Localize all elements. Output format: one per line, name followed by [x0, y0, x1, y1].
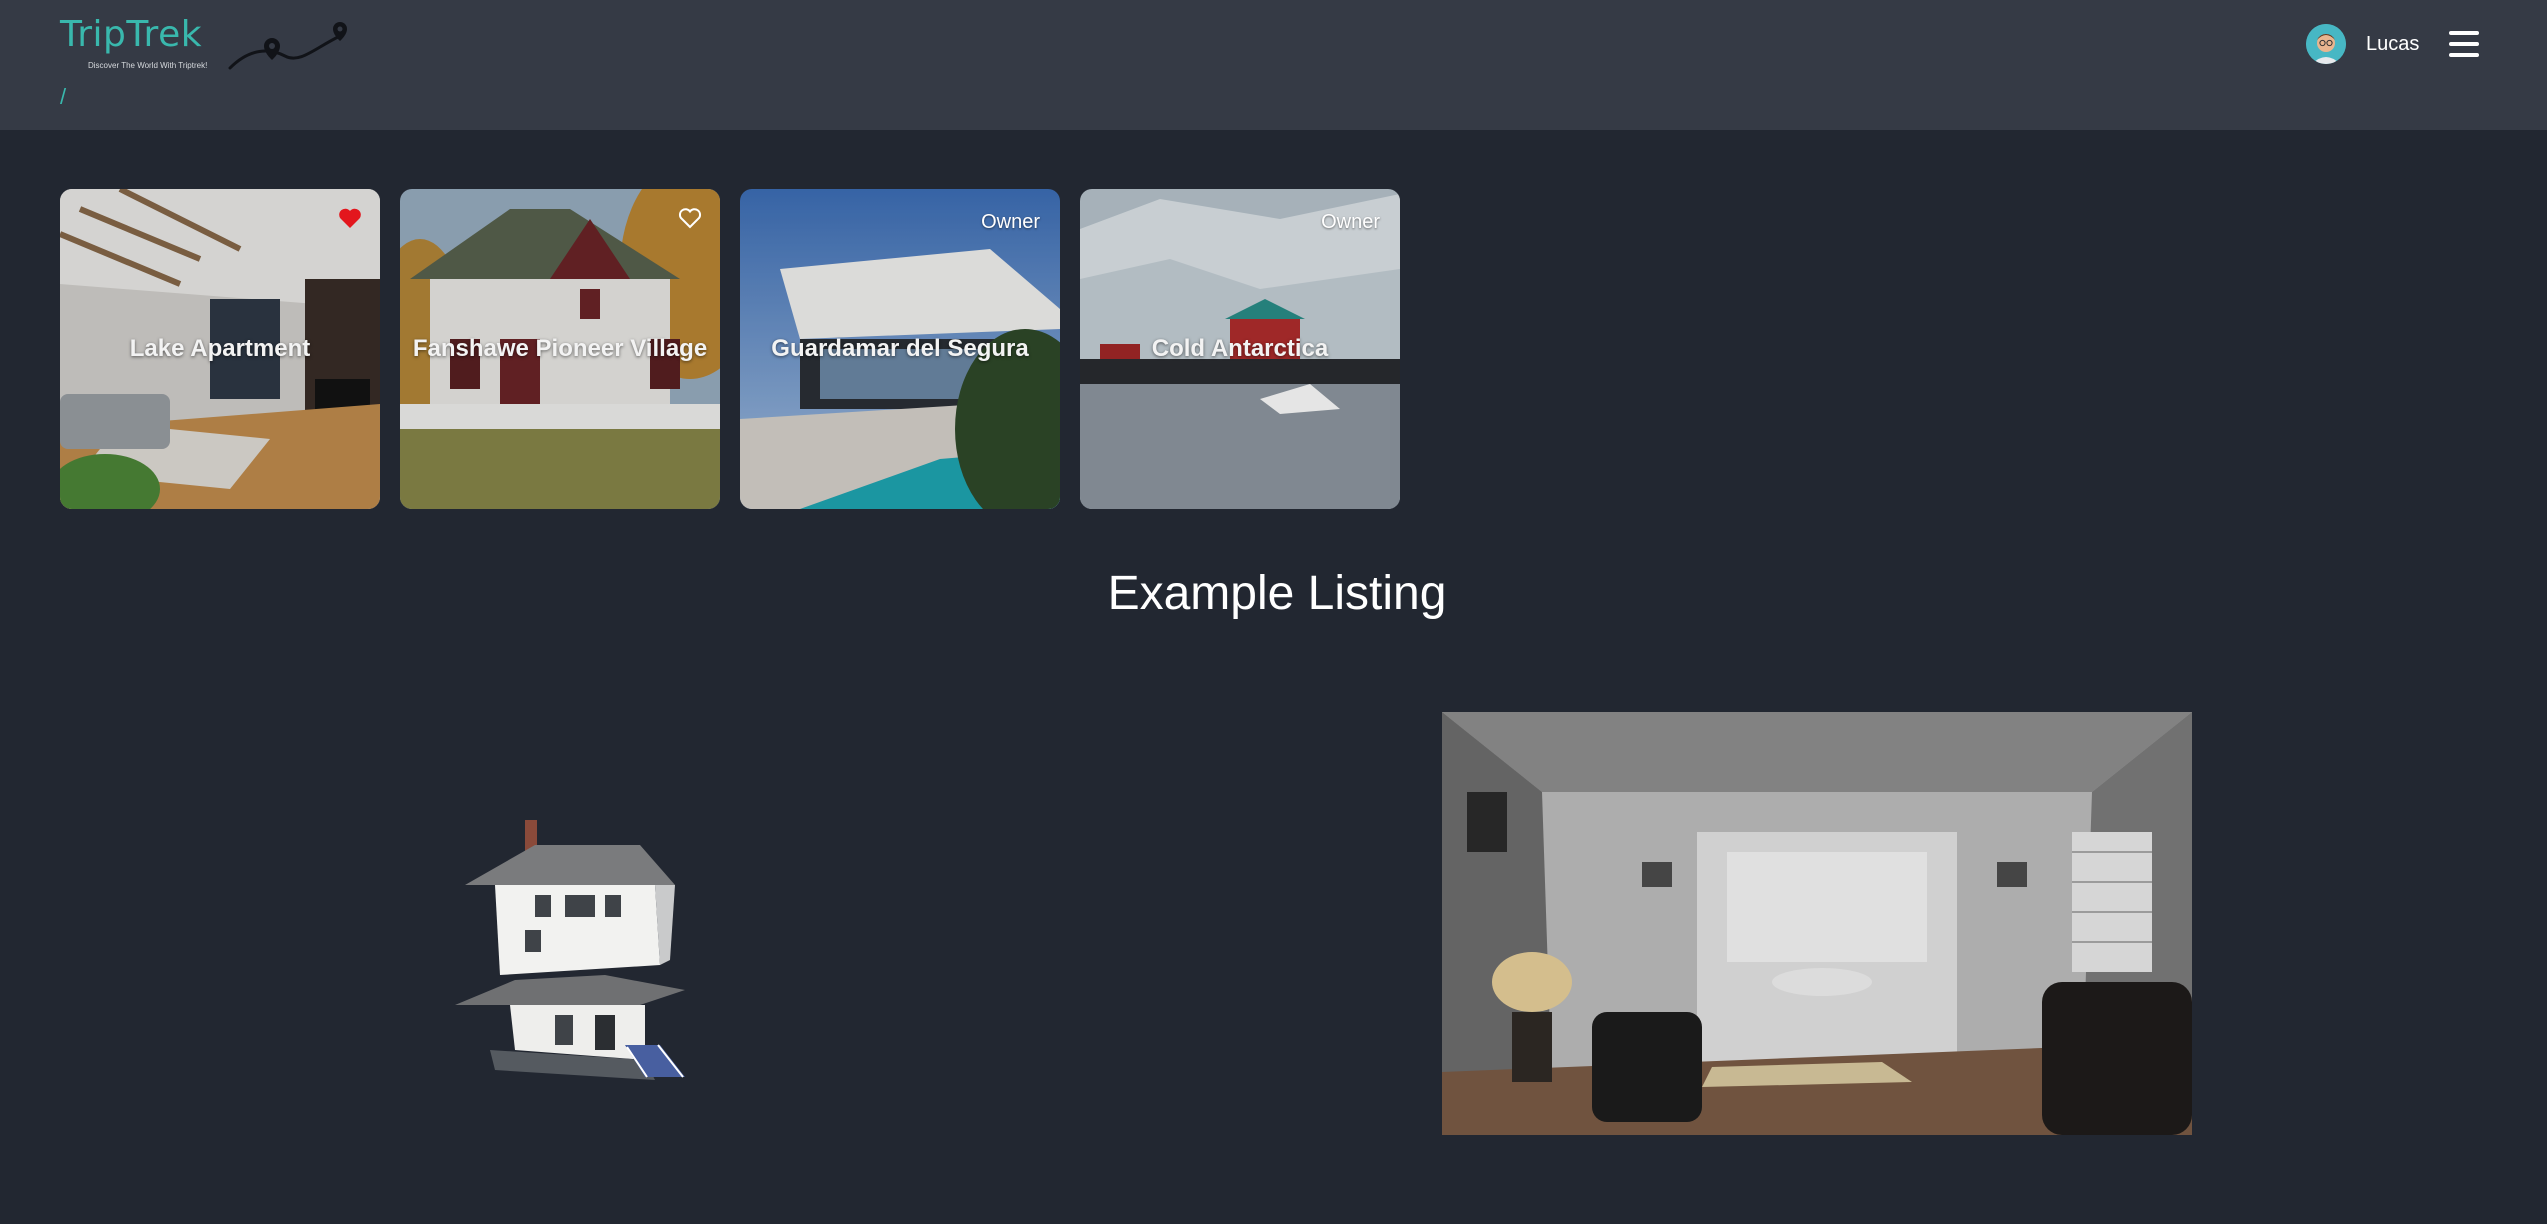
heart-outline-icon[interactable] [678, 207, 702, 229]
listing-card[interactable]: Fanshawe Pioneer Village [400, 189, 720, 509]
map-pin-route-icon [228, 22, 347, 70]
listing-card[interactable]: Cold Antarctica Owner [1080, 189, 1400, 509]
listing-title: Cold Antarctica [1151, 335, 1329, 362]
listing-photo [1442, 712, 2192, 1135]
top-navbar: TripTrek Discover The World With Triptre… [0, 0, 2547, 130]
hamburger-menu-icon[interactable] [2449, 31, 2479, 57]
listing-title: Fanshawe Pioneer Village [412, 335, 708, 362]
owner-badge: Owner [981, 211, 1040, 233]
heart-filled-icon[interactable] [338, 207, 362, 229]
logo[interactable]: TripTrek Discover The World With Triptre… [60, 14, 347, 74]
logo-title: TripTrek [60, 14, 203, 55]
avatar[interactable] [2306, 24, 2346, 64]
house-3d-model[interactable] [455, 815, 715, 1080]
breadcrumb[interactable]: / [60, 84, 66, 110]
user-name: Lucas [2366, 32, 2420, 55]
avatar-icon [2306, 24, 2346, 64]
owner-badge: Owner [1321, 211, 1380, 233]
listing-title: Lake Apartment [129, 335, 311, 362]
section-title: Example Listing [1107, 567, 1447, 620]
listing-card[interactable]: Lake Apartment [60, 189, 380, 509]
listing-card[interactable]: Guardamar del Segura Owner [740, 189, 1060, 509]
user-menu[interactable]: Lucas [2306, 24, 2419, 64]
listing-title: Guardamar del Segura [771, 335, 1029, 362]
